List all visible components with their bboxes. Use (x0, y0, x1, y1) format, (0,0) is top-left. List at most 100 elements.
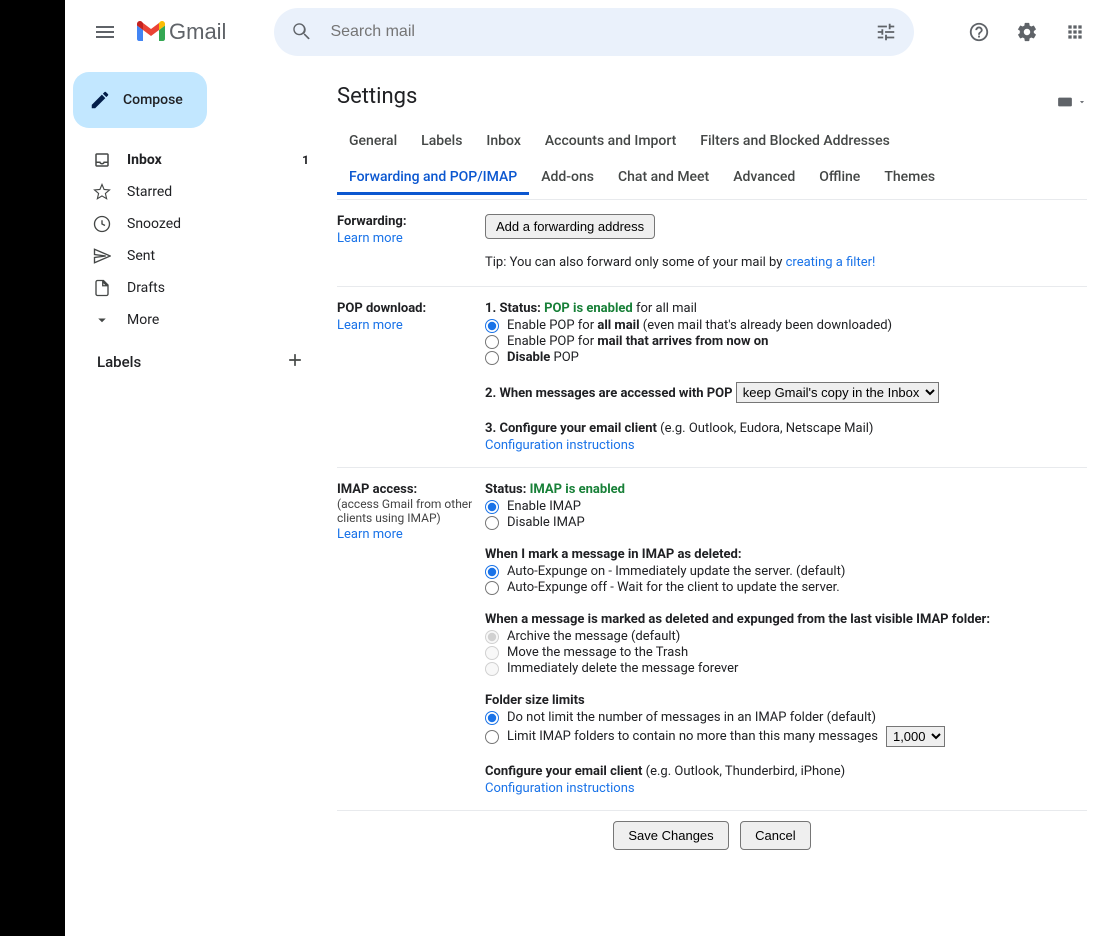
pop-radio-nowon[interactable] (485, 335, 499, 349)
imap-status: IMAP is enabled (530, 482, 625, 497)
settings-content: Settings General Labels Inbox Accounts a… (321, 64, 1111, 936)
sidebar-item-snoozed[interactable]: Snoozed (73, 208, 321, 240)
compose-label: Compose (123, 92, 183, 108)
search-options-button[interactable] (866, 12, 906, 52)
imap-title: IMAP access: (337, 482, 417, 497)
inbox-icon (93, 151, 111, 169)
pop-title: POP download: (337, 301, 426, 316)
sidebar-item-label: Drafts (127, 280, 165, 296)
folder-nolimit-radio[interactable] (485, 711, 499, 725)
sidebar-item-label: Inbox (127, 152, 162, 168)
clock-icon (93, 215, 111, 233)
imap-radio-enable[interactable] (485, 500, 499, 514)
expunge-on-radio[interactable] (485, 565, 499, 579)
hamburger-icon (93, 20, 117, 44)
dropdown-icon (1077, 97, 1087, 107)
gmail-logo[interactable]: Gmail (137, 19, 226, 45)
tab-chat[interactable]: Chat and Meet (606, 159, 721, 195)
sidebar-item-label: Sent (127, 248, 155, 264)
sidebar-item-more[interactable]: More (73, 304, 321, 336)
create-filter-link[interactable]: creating a filter! (786, 255, 876, 270)
tab-themes[interactable]: Themes (872, 159, 947, 195)
cancel-button[interactable]: Cancel (740, 821, 810, 850)
support-button[interactable] (959, 12, 999, 52)
folder-limits-header: Folder size limits (485, 693, 1087, 708)
tab-labels[interactable]: Labels (409, 123, 474, 159)
settings-footer: Save Changes Cancel (337, 810, 1087, 860)
tab-inbox[interactable]: Inbox (474, 123, 532, 159)
sidebar-item-label: More (127, 312, 159, 328)
apps-icon (1065, 22, 1085, 42)
tab-advanced[interactable]: Advanced (721, 159, 807, 195)
file-icon (93, 279, 111, 297)
imap-subtitle: (access Gmail from other clients using I… (337, 497, 485, 525)
forwarding-title: Forwarding: (337, 214, 407, 229)
compose-button[interactable]: Compose (73, 72, 207, 128)
imap-deleted-header: When I mark a message in IMAP as deleted… (485, 547, 1087, 562)
tab-filters[interactable]: Filters and Blocked Addresses (688, 123, 902, 159)
sidebar-item-label: Snoozed (127, 216, 181, 232)
pop-config-label: 3. Configure your email client (485, 421, 657, 436)
tab-forwarding[interactable]: Forwarding and POP/IMAP (337, 159, 529, 195)
tab-addons[interactable]: Add-ons (529, 159, 606, 195)
sidebar-item-label: Starred (127, 184, 172, 200)
main-menu-button[interactable] (81, 8, 129, 56)
search-button[interactable] (282, 12, 322, 52)
expunge-delete-radio[interactable] (485, 662, 499, 676)
sidebar-item-inbox[interactable]: Inbox 1 (73, 144, 321, 176)
gear-icon (1016, 21, 1038, 43)
forwarding-tip: Tip: You can also forward only some of y… (485, 255, 786, 270)
forwarding-learn-more[interactable]: Learn more (337, 231, 485, 246)
pop-config-link[interactable]: Configuration instructions (485, 438, 635, 453)
section-pop: POP download: Learn more 1. Status: POP … (337, 286, 1087, 467)
save-button[interactable]: Save Changes (613, 821, 728, 850)
keyboard-icon (1057, 97, 1073, 107)
gmail-logo-icon (137, 21, 165, 43)
section-imap: IMAP access: (access Gmail from other cl… (337, 467, 1087, 810)
imap-config-link[interactable]: Configuration instructions (485, 781, 635, 796)
chevron-down-icon (93, 311, 111, 329)
settings-tabs: General Labels Inbox Accounts and Import… (337, 123, 1087, 195)
header: Gmail (65, 0, 1111, 64)
imap-learn-more[interactable]: Learn more (337, 527, 485, 542)
pop-radio-all[interactable] (485, 319, 499, 333)
pop-radio-disable[interactable] (485, 351, 499, 365)
add-label-button[interactable] (285, 350, 305, 374)
inbox-count: 1 (302, 153, 309, 167)
expunge-trash-radio[interactable] (485, 646, 499, 660)
black-sidebar (0, 0, 65, 936)
tune-icon (875, 21, 897, 43)
search-icon (291, 21, 313, 43)
labels-title: Labels (97, 353, 141, 371)
search-input[interactable] (322, 23, 866, 41)
apps-button[interactable] (1055, 12, 1095, 52)
pencil-icon (89, 89, 111, 111)
add-forwarding-button[interactable]: Add a forwarding address (485, 214, 655, 239)
sidebar-item-sent[interactable]: Sent (73, 240, 321, 272)
pop-status: POP is enabled (544, 301, 633, 316)
pop-learn-more[interactable]: Learn more (337, 318, 485, 333)
send-icon (93, 247, 111, 265)
settings-button[interactable] (1007, 12, 1047, 52)
pop-status-prefix: 1. Status: (485, 301, 544, 316)
pop-status-suffix: for all mail (633, 301, 697, 316)
pop-action-select[interactable]: keep Gmail's copy in the Inbox (736, 382, 939, 403)
input-tools-menu[interactable] (1057, 97, 1087, 107)
folder-limit-radio[interactable] (485, 730, 499, 744)
imap-radio-disable[interactable] (485, 516, 499, 530)
plus-icon (285, 350, 305, 370)
folder-limit-select[interactable]: 1,000 (886, 726, 945, 747)
tab-accounts[interactable]: Accounts and Import (533, 123, 688, 159)
pop-line2: 2. When messages are accessed with POP (485, 386, 733, 401)
search-bar[interactable] (274, 8, 914, 56)
help-icon (968, 21, 990, 43)
star-icon (93, 183, 111, 201)
section-forwarding: Forwarding: Learn more Add a forwarding … (337, 200, 1087, 286)
tab-offline[interactable]: Offline (807, 159, 872, 195)
expunge-off-radio[interactable] (485, 581, 499, 595)
sidebar-item-drafts[interactable]: Drafts (73, 272, 321, 304)
gmail-logo-text: Gmail (169, 19, 226, 45)
expunge-archive-radio[interactable] (485, 630, 499, 644)
sidebar-item-starred[interactable]: Starred (73, 176, 321, 208)
tab-general[interactable]: General (337, 123, 409, 159)
